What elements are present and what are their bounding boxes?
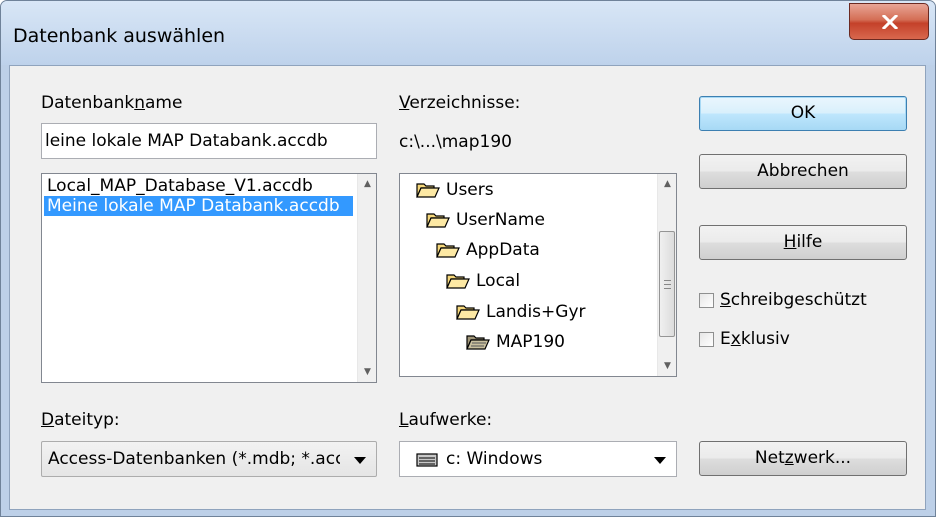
scroll-up-arrow-icon[interactable]: ▲ — [358, 174, 376, 194]
tree-item-local[interactable]: Local — [446, 267, 520, 295]
file-type-select[interactable]: Access-Datenbanken (*.mdb; *.accdb) — [41, 441, 377, 477]
tree-label: Local — [476, 271, 521, 291]
drives-value: c: Windows — [446, 449, 543, 469]
scroll-thumb[interactable] — [659, 231, 675, 337]
drives-select[interactable]: c: Windows — [399, 441, 677, 477]
open-folder-icon — [416, 183, 440, 198]
open-folder-icon — [436, 243, 460, 258]
scroll-down-arrow-icon[interactable]: ▼ — [358, 362, 376, 382]
scroll-up-arrow-icon[interactable]: ▲ — [658, 174, 676, 194]
tree-label: UserName — [456, 210, 545, 230]
close-button[interactable] — [849, 3, 929, 40]
tree-item-map190[interactable]: MAP190 — [466, 328, 565, 356]
directories-label: Verzeichnisse: — [399, 93, 521, 113]
open-folder-icon — [446, 274, 470, 289]
database-name-label: Datenbankname — [41, 93, 183, 113]
open-folder-icon — [426, 213, 450, 228]
scroll-down-arrow-icon[interactable]: ▼ — [658, 356, 676, 376]
tree-label: Users — [446, 180, 494, 200]
directory-tree-scrollbar[interactable]: ▲ ▼ — [657, 174, 676, 376]
directory-tree[interactable]: Users UserName AppData Local Landis+Gyr … — [399, 173, 677, 377]
dialog-window: Datenbank auswählen Datenbankname leine … — [0, 0, 936, 517]
tree-item-users[interactable]: Users — [416, 176, 494, 204]
window-title: Datenbank auswählen — [13, 25, 226, 47]
exclusive-label[interactable]: Exklusiv — [720, 329, 790, 349]
file-type-label: Dateityp: — [41, 410, 120, 430]
tree-label: AppData — [466, 240, 540, 260]
help-button[interactable]: Hilfe — [699, 225, 907, 260]
list-item[interactable]: Local_MAP_Database_V1.accdb — [44, 176, 353, 196]
current-path: c:\...\map190 — [399, 132, 512, 152]
file-list-scrollbar[interactable]: ▲ ▼ — [357, 174, 376, 382]
drives-label: Laufwerke: — [399, 410, 493, 430]
ok-button[interactable]: OK — [699, 96, 907, 131]
tree-item-landis-gyr[interactable]: Landis+Gyr — [456, 298, 586, 326]
open-folder-selected-icon — [466, 335, 490, 350]
title-bar[interactable]: Datenbank auswählen — [1, 1, 935, 65]
cancel-button[interactable]: Abbrechen — [699, 154, 907, 189]
tree-label: MAP190 — [496, 332, 565, 352]
chevron-down-icon — [354, 457, 366, 464]
open-folder-icon — [456, 305, 480, 320]
dialog-client-area: Datenbankname leine lokale MAP Databank.… — [9, 65, 926, 510]
network-button[interactable]: Netzwerk... — [699, 441, 907, 476]
chevron-down-icon — [654, 457, 666, 464]
exclusive-checkbox[interactable] — [699, 332, 714, 347]
readonly-label[interactable]: Schreibgeschützt — [720, 290, 867, 310]
list-item-selected[interactable]: Meine lokale MAP Databank.accdb — [44, 196, 353, 216]
tree-item-appdata[interactable]: AppData — [436, 236, 540, 264]
database-name-input[interactable]: leine lokale MAP Databank.accdb — [41, 123, 377, 159]
readonly-checkbox[interactable] — [699, 293, 714, 308]
tree-item-username[interactable]: UserName — [426, 206, 545, 234]
close-icon — [882, 15, 898, 29]
database-file-list[interactable]: Local_MAP_Database_V1.accdb Meine lokale… — [41, 173, 377, 383]
tree-label: Landis+Gyr — [486, 302, 586, 322]
drive-icon — [416, 453, 438, 467]
file-type-value: Access-Datenbanken (*.mdb; *.accdb) — [48, 449, 340, 469]
